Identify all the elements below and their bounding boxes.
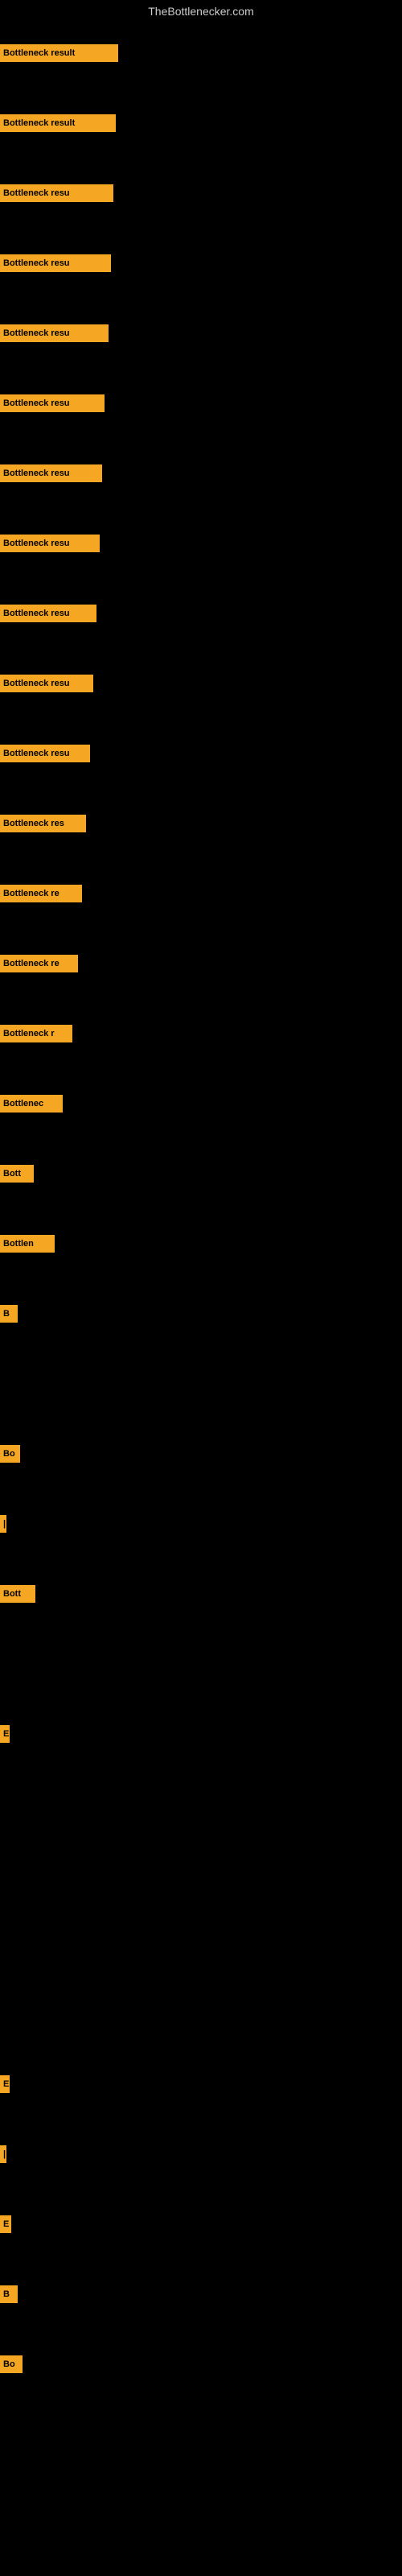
bottleneck-bar-label-10: Bottleneck resu [3,749,70,758]
bottleneck-bar-label-24: | [3,2149,6,2159]
bottleneck-bar-label-11: Bottleneck res [3,819,64,828]
bottleneck-bar-27: Bo [0,2355,23,2373]
bottleneck-bar-15: Bottlenec [0,1095,63,1113]
bottleneck-bar-5: Bottleneck resu [0,394,105,412]
bottleneck-bar-label-7: Bottleneck resu [3,539,70,548]
site-title: TheBottlenecker.com [0,0,402,21]
bottleneck-bar-label-6: Bottleneck resu [3,469,70,478]
bottleneck-bar-label-23: E [3,2079,9,2089]
bottleneck-bar-26: B [0,2285,18,2303]
bottleneck-bar-label-17: Bottlen [3,1239,34,1249]
bottleneck-bar-label-22: E [3,1729,9,1739]
bottleneck-bar-18: B [0,1305,18,1323]
bottleneck-bar-1: Bottleneck result [0,114,116,132]
bottleneck-bar-label-16: Bott [3,1169,21,1179]
bottleneck-bar-2: Bottleneck resu [0,184,113,202]
bottleneck-bar-label-0: Bottleneck result [3,48,75,58]
bottleneck-bar-4: Bottleneck resu [0,324,109,342]
bottleneck-bar-12: Bottleneck re [0,885,82,902]
bottleneck-bar-8: Bottleneck resu [0,605,96,622]
bottleneck-bar-23: E [0,2075,10,2093]
bottleneck-bar-14: Bottleneck r [0,1025,72,1042]
bottleneck-bar-24: | [0,2145,6,2163]
bottleneck-bar-label-4: Bottleneck resu [3,328,70,338]
bottleneck-bar-22: E [0,1725,10,1743]
bottleneck-bar-label-8: Bottleneck resu [3,609,70,618]
bottleneck-bar-7: Bottleneck resu [0,535,100,552]
bottleneck-bar-label-9: Bottleneck resu [3,679,70,688]
bottleneck-bar-10: Bottleneck resu [0,745,90,762]
bottleneck-bar-16: Bott [0,1165,34,1183]
bottleneck-bar-6: Bottleneck resu [0,464,102,482]
bottleneck-bar-3: Bottleneck resu [0,254,111,272]
bottleneck-bar-label-19: Bo [3,1449,15,1459]
bottleneck-bar-label-13: Bottleneck re [3,959,59,968]
bottleneck-bar-13: Bottleneck re [0,955,78,972]
bottleneck-bar-0: Bottleneck result [0,44,118,62]
bottleneck-bar-9: Bottleneck resu [0,675,93,692]
bottleneck-bar-label-18: B [3,1309,10,1319]
bottleneck-bar-20: | [0,1515,6,1533]
bottleneck-bar-label-14: Bottleneck r [3,1029,55,1038]
bottleneck-bar-21: Bott [0,1585,35,1603]
bottleneck-bar-label-3: Bottleneck resu [3,258,70,268]
bottleneck-bar-17: Bottlen [0,1235,55,1253]
bottleneck-bar-11: Bottleneck res [0,815,86,832]
bottleneck-bar-label-15: Bottlenec [3,1099,43,1108]
bottleneck-bar-label-12: Bottleneck re [3,889,59,898]
bottleneck-bar-label-26: B [3,2289,10,2299]
bottleneck-bar-25: E [0,2215,11,2233]
bottleneck-bar-label-2: Bottleneck resu [3,188,70,198]
bottleneck-bar-label-5: Bottleneck resu [3,398,70,408]
bottleneck-bar-label-25: E [3,2219,9,2229]
bottleneck-bar-label-20: | [3,1519,6,1529]
bottleneck-bar-label-21: Bott [3,1589,21,1599]
bottleneck-bar-label-27: Bo [3,2359,15,2369]
bottleneck-bar-19: Bo [0,1445,20,1463]
bottleneck-bar-label-1: Bottleneck result [3,118,75,128]
